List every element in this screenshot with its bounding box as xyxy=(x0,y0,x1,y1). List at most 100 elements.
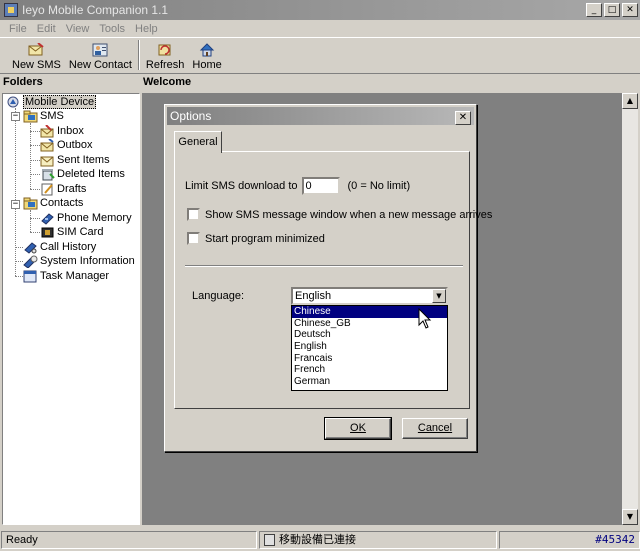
tree-connector xyxy=(15,108,16,276)
status-connection: 移動設備已連接 xyxy=(259,531,497,549)
ok-label: OK xyxy=(350,422,366,434)
tree-item-drafts[interactable]: Drafts xyxy=(40,182,86,196)
tree-connector xyxy=(30,145,40,146)
tree-connector xyxy=(15,247,23,248)
tree-item-system-information[interactable]: System Information xyxy=(23,254,135,268)
tree-label: Contacts xyxy=(40,197,84,209)
tree-connector xyxy=(30,210,31,232)
tree-label: Task Manager xyxy=(40,270,110,282)
expand-sms-toggle[interactable]: − xyxy=(11,112,20,121)
dialog-title-bar: Options ✕ xyxy=(167,107,474,125)
folder-tree: Mobile Device − SMS Inbox Outbox Sent It… xyxy=(2,93,140,525)
limit-sms-hint: (0 = No limit) xyxy=(347,180,411,192)
expand-contacts-toggle[interactable]: − xyxy=(11,200,20,209)
language-option[interactable]: Deutsch xyxy=(292,329,447,341)
toolbar-separator xyxy=(137,40,140,70)
vertical-scrollbar[interactable]: ▲ ▼ xyxy=(622,93,638,525)
tree-label: SIM Card xyxy=(57,226,104,238)
menu-view[interactable]: View xyxy=(61,23,95,35)
tree-item-contacts[interactable]: Contacts xyxy=(23,196,83,210)
tree-label: SMS xyxy=(40,110,64,122)
show-sms-window-label: Show SMS message window when a new messa… xyxy=(205,208,493,221)
show-sms-window-row[interactable]: Show SMS message window when a new messa… xyxy=(187,208,492,221)
tree-connector xyxy=(15,276,23,277)
status-ready: Ready xyxy=(1,531,257,549)
start-minimized-row[interactable]: Start program minimized xyxy=(187,232,325,245)
tree-connector xyxy=(30,189,40,190)
sent-items-icon xyxy=(40,156,54,166)
new-sms-icon xyxy=(28,43,45,56)
menu-help[interactable]: Help xyxy=(130,23,163,35)
tree-item-call-history[interactable]: Call History xyxy=(23,240,96,254)
tree-label: Inbox xyxy=(57,125,84,137)
refresh-icon xyxy=(158,44,171,56)
tree-connector xyxy=(30,131,40,132)
tree-item-task-manager[interactable]: Task Manager xyxy=(23,269,109,283)
show-sms-window-checkbox[interactable] xyxy=(187,208,200,221)
title-bar: Ieyo Mobile Companion 1.1 _ □ ✕ xyxy=(0,0,640,20)
tree-connector xyxy=(30,123,31,189)
tree-connector xyxy=(15,261,23,262)
phone-status-icon xyxy=(264,534,275,546)
tree-item-phone-memory[interactable]: Phone Memory xyxy=(40,211,132,225)
tree-item-outbox[interactable]: Outbox xyxy=(40,138,92,152)
new-sms-button[interactable]: New SMS xyxy=(8,39,65,73)
menu-tools[interactable]: Tools xyxy=(94,23,130,35)
tree-item-sent-items[interactable]: Sent Items xyxy=(40,153,110,167)
deleted-items-icon xyxy=(42,168,55,180)
scroll-down-button[interactable]: ▼ xyxy=(622,509,638,525)
tree-label: Phone Memory xyxy=(57,212,132,224)
tree-item-mobile-device[interactable]: Mobile Device xyxy=(6,95,97,109)
drafts-icon xyxy=(41,183,53,195)
refresh-button[interactable]: Refresh xyxy=(142,39,189,73)
window-title: Ieyo Mobile Companion 1.1 xyxy=(22,3,169,17)
scroll-up-button[interactable]: ▲ xyxy=(622,93,638,109)
language-option[interactable]: German xyxy=(292,376,447,388)
new-contact-button[interactable]: New Contact xyxy=(65,39,136,73)
ok-button[interactable]: OK xyxy=(324,417,392,440)
start-minimized-label: Start program minimized xyxy=(205,232,325,245)
home-icon xyxy=(199,43,215,57)
tree-connector xyxy=(30,174,40,175)
tab-general[interactable]: General xyxy=(174,131,222,153)
task-manager-icon xyxy=(23,270,37,282)
language-select[interactable]: English ▼ xyxy=(291,287,448,305)
mouse-cursor-icon xyxy=(418,308,432,329)
language-option[interactable]: Francais xyxy=(292,353,447,365)
language-label: Language: xyxy=(192,290,244,302)
tree-item-deleted-items[interactable]: Deleted Items xyxy=(40,167,125,181)
chevron-down-icon[interactable]: ▼ xyxy=(432,289,446,303)
mobile-device-icon xyxy=(7,96,19,107)
tree-item-sim-card[interactable]: SIM Card xyxy=(40,225,103,239)
window-controls: _ □ ✕ xyxy=(586,3,638,17)
toolbar: New SMS New Contact Refresh Home xyxy=(0,38,640,74)
tree-label: System Information xyxy=(40,255,135,267)
tree-item-inbox[interactable]: Inbox xyxy=(40,124,84,138)
language-option[interactable]: English xyxy=(292,341,447,353)
tree-connector xyxy=(30,218,40,219)
call-history-icon xyxy=(24,241,37,254)
tree-label: Call History xyxy=(40,241,97,253)
home-label: Home xyxy=(192,59,222,71)
system-information-icon xyxy=(23,255,38,268)
limit-sms-input[interactable]: 0 xyxy=(301,177,340,195)
new-sms-label: New SMS xyxy=(12,59,61,71)
menu-file[interactable]: File xyxy=(4,23,32,35)
dialog-close-button[interactable]: ✕ xyxy=(455,111,471,125)
home-button[interactable]: Home xyxy=(188,39,225,73)
new-contact-label: New Contact xyxy=(68,59,132,71)
tree-label: Drafts xyxy=(57,183,87,195)
cancel-button[interactable]: Cancel xyxy=(402,418,468,439)
outbox-icon xyxy=(40,138,54,151)
tree-label: Outbox xyxy=(57,139,93,151)
close-button[interactable]: ✕ xyxy=(622,3,638,17)
sim-card-icon xyxy=(41,227,54,237)
language-option[interactable]: French xyxy=(292,364,447,376)
start-minimized-checkbox[interactable] xyxy=(187,232,200,245)
menu-edit[interactable]: Edit xyxy=(32,23,61,35)
limit-sms-row: Limit SMS download to 0 (0 = No limit) xyxy=(185,177,410,195)
tree-item-sms[interactable]: SMS xyxy=(23,109,64,123)
minimize-button[interactable]: _ xyxy=(586,3,602,17)
maximize-button[interactable]: □ xyxy=(604,3,620,17)
status-bar: Ready 移動設備已連接 #45342 xyxy=(0,529,640,551)
